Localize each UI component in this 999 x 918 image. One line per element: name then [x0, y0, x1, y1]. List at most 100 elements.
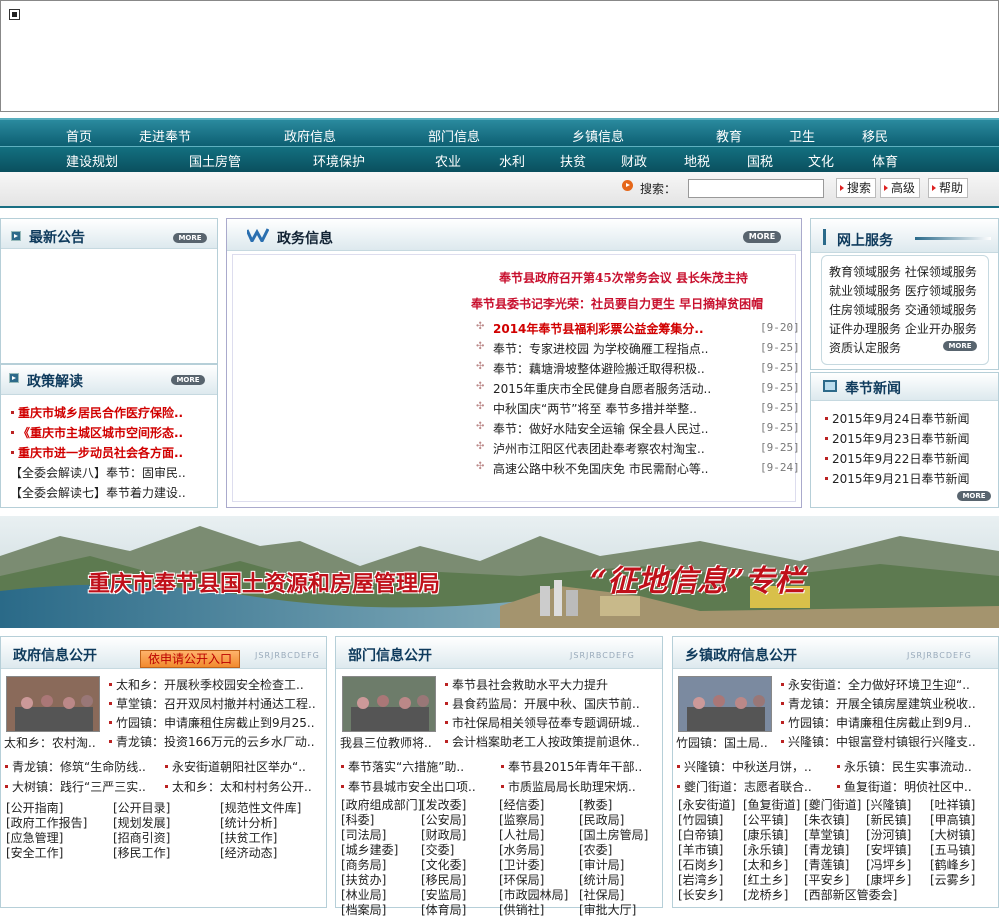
link-item[interactable]: [汾河镇]	[866, 828, 911, 843]
link-item[interactable]: [农委]	[579, 843, 612, 858]
link-item[interactable]: [鱼复街道]	[743, 798, 800, 813]
link-item[interactable]: [安坪镇]	[866, 843, 911, 858]
apply-disclosure-tab[interactable]: 依申请公开入口	[140, 650, 240, 668]
link-item[interactable]: [新民镇]	[866, 813, 911, 828]
link-item[interactable]: [供销社]	[499, 903, 544, 918]
link-item[interactable]: [移民工作]	[113, 846, 170, 861]
news-caption[interactable]: 竹园镇：国土局..	[676, 734, 776, 751]
link-item[interactable]: [白帝镇]	[678, 828, 723, 843]
public-item[interactable]: 鱼复街道：明侦社区中..	[836, 778, 986, 795]
nav-item[interactable]: 首页	[66, 126, 92, 145]
link-item[interactable]: [太和乡]	[743, 858, 788, 873]
gov-info-more-button[interactable]: MORE	[743, 231, 781, 243]
gov-headline-2[interactable]: 奉节县委书记李光荣：社员要自力更生 早日摘掉贫困帽	[471, 295, 763, 312]
public-item[interactable]: 奉节县2015年青年干部..	[500, 758, 650, 775]
link-item[interactable]: [教委]	[579, 798, 612, 813]
public-item[interactable]: 竹园镇：申请廉租住房截止到9月..	[780, 714, 988, 731]
nav-item[interactable]: 地税	[684, 151, 710, 170]
link-item[interactable]: [卫计委]	[499, 858, 544, 873]
notice-more-button[interactable]: MORE	[173, 233, 207, 243]
nav-item[interactable]: 水利	[499, 151, 525, 170]
policy-item[interactable]: 《重庆市主城区城市空间形态..	[10, 424, 206, 441]
link-item[interactable]: [永安街道]	[678, 798, 735, 813]
pub1-thumbnail[interactable]	[6, 676, 100, 732]
online-service-row[interactable]: 住房领域服务 交通领域服务	[829, 301, 977, 318]
public-item[interactable]: 永乐镇：民生实事流动..	[836, 758, 986, 775]
public-item[interactable]: 青龙镇：投资166万元的云乡水厂动..	[108, 733, 316, 750]
search-input[interactable]	[688, 179, 824, 198]
link-item[interactable]: [经信委]	[499, 798, 544, 813]
nav-item[interactable]: 体育	[872, 151, 898, 170]
gov-info-item[interactable]: 奉节：藕塘滑坡整体避险搬迁取得积极..	[493, 360, 713, 377]
online-service-row[interactable]: 教育领域服务 社保领域服务	[829, 263, 977, 280]
gov-info-item[interactable]: 中秋国庆“两节”将至 奉节多措并举整..	[493, 400, 713, 417]
pub3-thumbnail[interactable]	[678, 676, 772, 732]
policy-item[interactable]: 重庆市进一步动员社会各方面..	[10, 444, 206, 461]
link-item[interactable]: [商务局]	[341, 858, 386, 873]
nav-item[interactable]: 扶贫	[560, 151, 586, 170]
help-button[interactable]: 帮助	[928, 178, 969, 198]
link-item[interactable]: [永乐镇]	[743, 843, 788, 858]
link-item[interactable]: [体育局]	[421, 903, 466, 918]
public-item[interactable]: 县食药监局：开展中秋、国庆节前..	[444, 695, 652, 712]
link-item[interactable]: [统计局]	[579, 873, 624, 888]
news-item[interactable]: 2015年9月24日奉节新闻	[824, 410, 969, 427]
gov-info-item[interactable]: 2015年重庆市全民健身自愿者服务活动..	[493, 380, 713, 397]
link-item[interactable]: [竹园镇]	[678, 813, 723, 828]
public-item[interactable]: 永安街道朝阳社区举办“..	[164, 758, 314, 775]
public-item[interactable]: 兴隆镇：中银富登村镇银行兴隆支..	[780, 733, 988, 750]
link-item[interactable]: [平安乡]	[804, 873, 849, 888]
link-item[interactable]: [扶贫工作]	[220, 831, 277, 846]
nav-item[interactable]: 农业	[435, 151, 461, 170]
public-item[interactable]: 市质监局局长助理宋炳..	[500, 778, 650, 795]
link-item[interactable]: [朱衣镇]	[804, 813, 849, 828]
nav-item[interactable]: 国税	[747, 151, 773, 170]
gov-info-item[interactable]: 2014年奉节县福利彩票公益金筹集分..	[493, 320, 713, 337]
link-item[interactable]: [环保局]	[499, 873, 544, 888]
link-item[interactable]: [西部新区管委会]	[804, 888, 897, 903]
land-info-banner[interactable]: 重庆市奉节县国土资源和房屋管理局 “征地信息”专栏	[0, 516, 999, 628]
nav-item[interactable]: 文化	[808, 151, 834, 170]
gov-info-item[interactable]: 奉节：专家进校园 为学校确雁工程指点..	[493, 340, 713, 357]
link-item[interactable]: [扶贫办]	[341, 873, 386, 888]
online-service-more-button[interactable]: MORE	[943, 341, 977, 351]
link-item[interactable]: [吐祥镇]	[930, 798, 975, 813]
nav-item[interactable]: 政府信息	[284, 126, 336, 145]
public-item[interactable]: 市社保局相关领导莅奉专题调研城..	[444, 714, 652, 731]
online-service-row[interactable]: 资质认定服务	[829, 339, 901, 356]
search-button[interactable]: 搜索	[836, 178, 877, 198]
link-item[interactable]: [科委]	[341, 813, 374, 828]
online-service-row[interactable]: 证件办理服务 企业开办服务	[829, 320, 977, 337]
link-item[interactable]: [审计局]	[579, 858, 624, 873]
link-item[interactable]: [羊市镇]	[678, 843, 723, 858]
link-item[interactable]: [社保局]	[579, 888, 624, 903]
link-item[interactable]: [交委]	[421, 843, 454, 858]
link-item[interactable]: [水务局]	[499, 843, 544, 858]
link-item[interactable]: [公开指南]	[6, 801, 63, 816]
link-item[interactable]: [甲高镇]	[930, 813, 975, 828]
link-item[interactable]: [公开目录]	[113, 801, 170, 816]
policy-more-button[interactable]: MORE	[171, 375, 205, 385]
link-item[interactable]: [康乐镇]	[743, 828, 788, 843]
news-item[interactable]: 2015年9月23日奉节新闻	[824, 430, 969, 447]
gov-info-item[interactable]: 奉节：做好水陆安全运输 保全县人民过..	[493, 420, 713, 437]
news-item[interactable]: 2015年9月21日奉节新闻	[824, 470, 969, 487]
link-item[interactable]: [招商引资]	[113, 831, 170, 846]
link-item[interactable]: [岩湾乡]	[678, 873, 723, 888]
link-item[interactable]: [林业局]	[341, 888, 386, 903]
link-item[interactable]: [长安乡]	[678, 888, 723, 903]
link-item[interactable]: [政府组成部门]	[341, 798, 422, 813]
link-item[interactable]: [政府工作报告]	[6, 816, 87, 831]
link-item[interactable]: [公安局]	[421, 813, 466, 828]
news-caption[interactable]: 我县三位教师将..	[340, 734, 440, 751]
link-item[interactable]: [冯坪乡]	[866, 858, 911, 873]
link-item[interactable]: [青龙镇]	[804, 843, 849, 858]
link-item[interactable]: [财政局]	[421, 828, 466, 843]
link-item[interactable]: [文化委]	[421, 858, 466, 873]
link-item[interactable]: [公平镇]	[743, 813, 788, 828]
news-more-button[interactable]: MORE	[957, 491, 991, 501]
policy-item[interactable]: 【全委会解读七】奉节着力建设..	[10, 484, 206, 501]
link-item[interactable]: [五马镇]	[930, 843, 975, 858]
pub2-thumbnail[interactable]	[342, 676, 436, 732]
nav-item[interactable]: 移民	[862, 126, 888, 145]
